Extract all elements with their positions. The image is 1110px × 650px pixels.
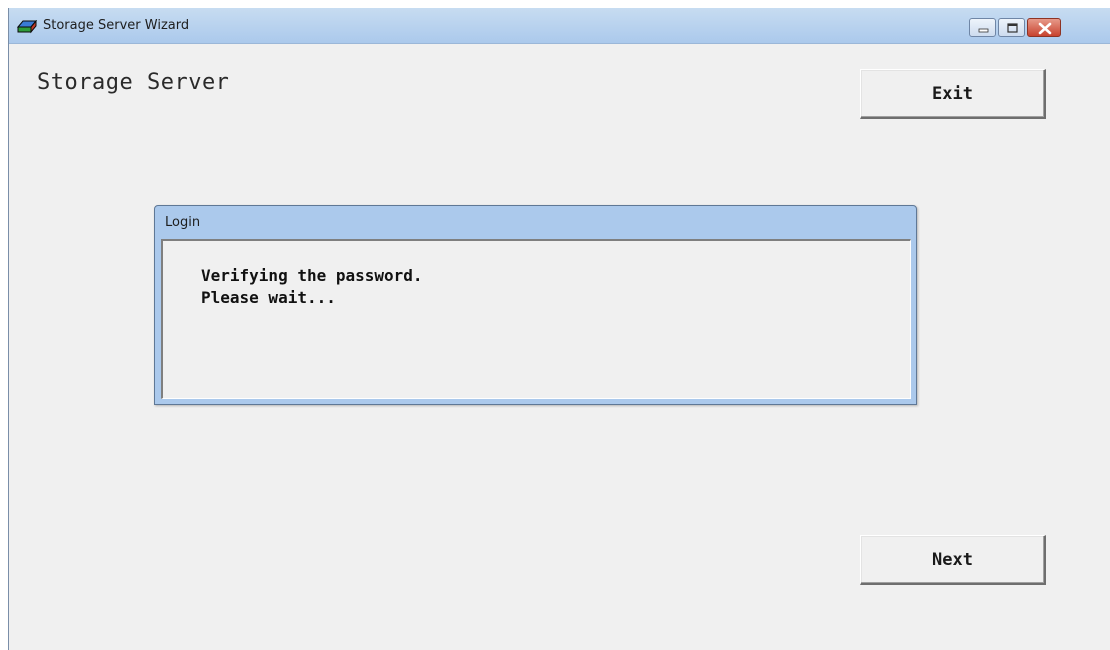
maximize-button[interactable] [998, 18, 1025, 37]
minimize-button[interactable] [969, 18, 996, 37]
close-button[interactable] [1027, 18, 1061, 37]
login-dialog: Login Verifying the password. Please wai… [154, 205, 917, 405]
maximize-icon [1007, 23, 1018, 33]
dialog-title: Login [165, 215, 201, 230]
exit-button[interactable]: Exit [860, 69, 1046, 119]
status-message-line1: Verifying the password. [201, 266, 423, 285]
next-button[interactable]: Next [860, 535, 1046, 585]
storage-server-icon [17, 20, 37, 34]
minimize-icon [978, 28, 989, 33]
app-heading: Storage Server [37, 70, 230, 95]
dialog-body: Verifying the password. Please wait... [161, 239, 911, 399]
window-title: Storage Server Wizard [43, 18, 190, 33]
wizard-window: Storage Server Wizard Storage Server Exi… [8, 8, 1110, 650]
status-message-line2: Please wait... [201, 288, 336, 307]
close-icon [1038, 22, 1052, 35]
title-bar[interactable]: Storage Server Wizard [9, 8, 1110, 44]
